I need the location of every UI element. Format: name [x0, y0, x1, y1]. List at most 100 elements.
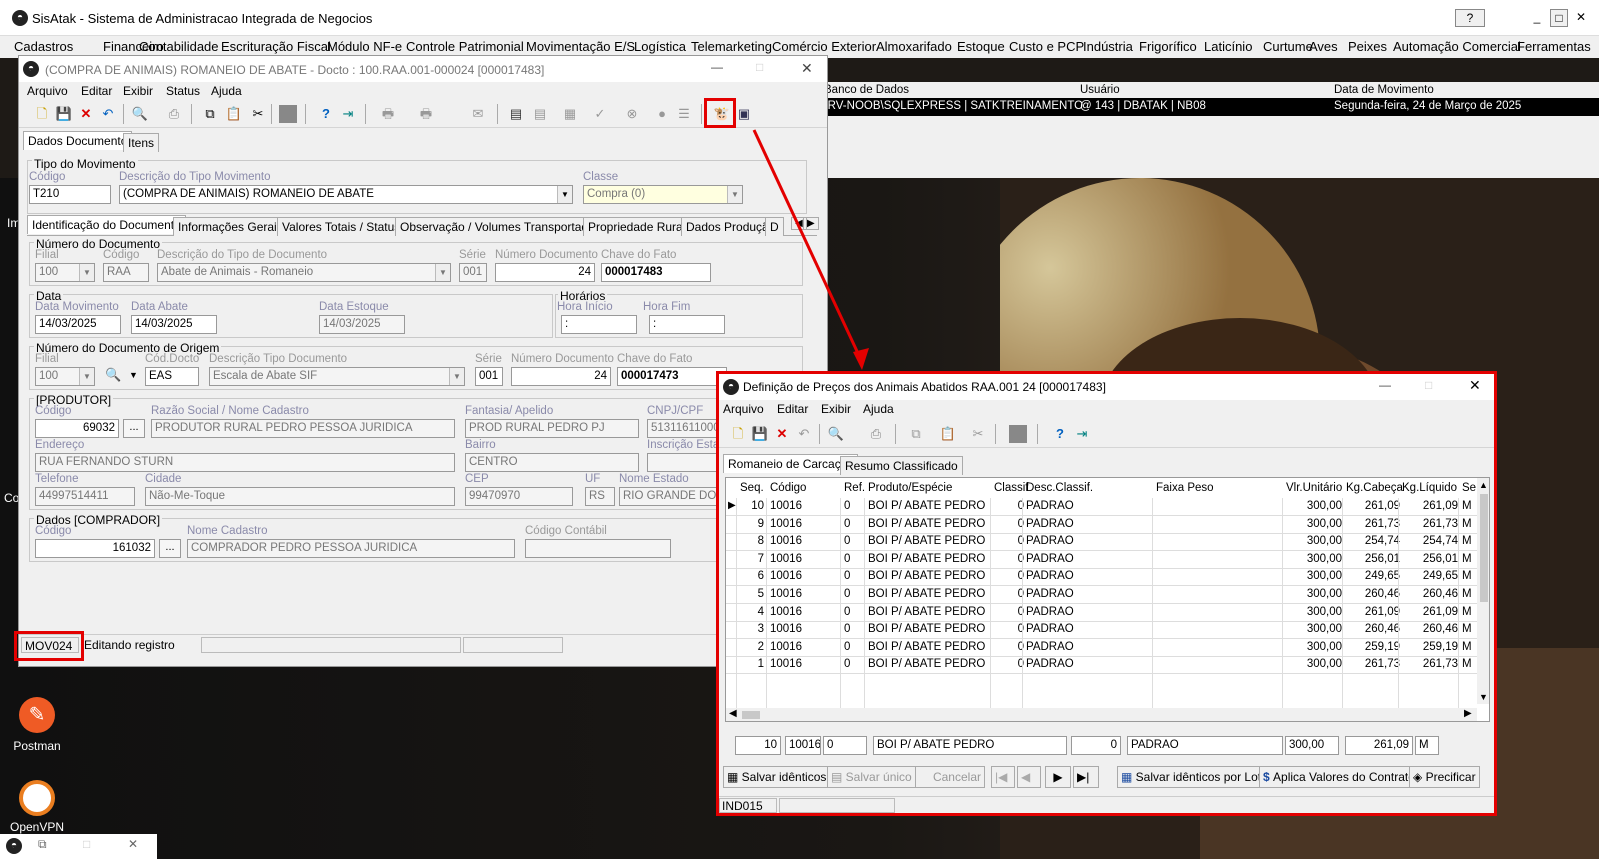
paste-icon[interactable]: 📋: [939, 425, 957, 443]
stop-icon[interactable]: [1009, 425, 1027, 443]
table-cell[interactable]: BOI P/ ABATE PEDRO: [868, 535, 985, 547]
table-cell[interactable]: 300,00: [1286, 588, 1342, 600]
menu-ajuda[interactable]: Ajuda: [863, 402, 894, 416]
table-cell[interactable]: BOI P/ ABATE PEDRO: [868, 623, 985, 635]
table-cell[interactable]: 256,01: [1402, 553, 1458, 565]
table-cell[interactable]: 300,00: [1286, 606, 1342, 618]
table-cell[interactable]: 0: [844, 641, 850, 653]
table-cell[interactable]: 0: [844, 535, 850, 547]
exit-icon[interactable]: ⇥: [1073, 425, 1091, 443]
table-cell[interactable]: 10016: [770, 500, 802, 512]
col-classif[interactable]: Classif: [994, 482, 1029, 494]
col-ref[interactable]: Ref.: [844, 482, 865, 494]
table-row[interactable]: 1 10016 0 BOI P/ ABATE PEDRO 0 PADRAO 300,00 26…: [726, 656, 1477, 675]
table-cell[interactable]: M: [1462, 588, 1472, 600]
col-se[interactable]: Se: [1462, 482, 1476, 494]
table-cell[interactable]: 0: [844, 500, 850, 512]
first-record-icon[interactable]: |◀: [991, 766, 1015, 788]
table-cell[interactable]: PADRAO: [1026, 518, 1074, 530]
col-produto[interactable]: Produto/Espécie: [868, 482, 952, 494]
precificar-button[interactable]: ◈ Precificar: [1409, 766, 1480, 788]
menu-exibir[interactable]: Exibir: [821, 402, 851, 416]
table-cell[interactable]: 260,46: [1346, 588, 1400, 600]
save-icon[interactable]: 💾: [751, 425, 769, 443]
table-cell[interactable]: 300,00: [1286, 658, 1342, 670]
salvar-lote-button[interactable]: ▦ Salvar idênticos por Lote: [1117, 766, 1272, 788]
table-row[interactable]: 3 10016 0 BOI P/ ABATE PEDRO 0 PADRAO 300,00 26…: [726, 621, 1477, 640]
table-cell[interactable]: 0: [994, 623, 1024, 635]
col-codigo[interactable]: Código: [770, 482, 806, 494]
close-icon[interactable]: ✕: [1469, 377, 1481, 394]
col-kg-cabeca[interactable]: Kg.Cabeça: [1346, 482, 1403, 494]
table-row[interactable]: ▶ 10 10016 0 BOI P/ ABATE PEDRO 0 PADRAO 300,00…: [726, 498, 1477, 516]
edit-kg-field[interactable]: 261,09: [1345, 736, 1413, 755]
table-cell[interactable]: 0: [844, 658, 850, 670]
table-cell[interactable]: 10016: [770, 518, 802, 530]
table-cell[interactable]: M: [1462, 553, 1472, 565]
table-row[interactable]: 8 10016 0 BOI P/ ABATE PEDRO 0 PADRAO 300,00 25…: [726, 533, 1477, 552]
table-cell[interactable]: 261,09: [1346, 500, 1400, 512]
table-cell[interactable]: PADRAO: [1026, 623, 1074, 635]
table-row[interactable]: 5 10016 0 BOI P/ ABATE PEDRO 0 PADRAO 300,00 26…: [726, 586, 1477, 604]
cut-icon[interactable]: ✂: [969, 425, 987, 443]
edit-codigo-field[interactable]: 10016: [785, 736, 821, 755]
print-preview-icon[interactable]: 🔍: [827, 425, 845, 443]
table-row[interactable]: 7 10016 0 BOI P/ ABATE PEDRO 0 PADRAO 300,00 25…: [726, 551, 1477, 569]
table-cell[interactable]: BOI P/ ABATE PEDRO: [868, 553, 985, 565]
table-row[interactable]: 9 10016 0 BOI P/ ABATE PEDRO 0 PADRAO 300,00 26…: [726, 516, 1477, 534]
table-cell[interactable]: 10: [740, 500, 764, 512]
table-cell[interactable]: 256,01: [1346, 553, 1400, 565]
table-cell[interactable]: 261,73: [1402, 518, 1458, 530]
table-cell[interactable]: 0: [994, 553, 1024, 565]
scrollbar-thumb[interactable]: [1480, 494, 1488, 602]
table-cell[interactable]: 300,00: [1286, 570, 1342, 582]
maximize-icon[interactable]: □: [1425, 378, 1432, 392]
table-cell[interactable]: BOI P/ ABATE PEDRO: [868, 518, 985, 530]
new-icon[interactable]: 🗋: [729, 425, 747, 443]
table-cell[interactable]: 7: [740, 553, 764, 565]
table-cell[interactable]: BOI P/ ABATE PEDRO: [868, 500, 985, 512]
table-cell[interactable]: PADRAO: [1026, 535, 1074, 547]
edit-seq-field[interactable]: 10: [735, 736, 781, 755]
table-cell[interactable]: BOI P/ ABATE PEDRO: [868, 606, 985, 618]
col-vlr-unitario[interactable]: Vlr.Unitário: [1286, 482, 1342, 494]
table-cell[interactable]: 2: [740, 641, 764, 653]
col-faixa-peso[interactable]: Faixa Peso: [1156, 482, 1214, 494]
table-cell[interactable]: 0: [844, 606, 850, 618]
tab-resumo-classificado[interactable]: Resumo Classificado: [840, 456, 963, 475]
horizontal-scrollbar[interactable]: ◀ ▶: [726, 708, 1477, 721]
col-kg-liquido[interactable]: Kg.Líquido: [1402, 482, 1457, 494]
table-cell[interactable]: M: [1462, 518, 1472, 530]
minimize-icon[interactable]: —: [1379, 378, 1391, 392]
table-cell[interactable]: 10016: [770, 535, 802, 547]
table-cell[interactable]: 10016: [770, 641, 802, 653]
copy-icon[interactable]: ⧉: [907, 425, 925, 443]
table-cell[interactable]: 6: [740, 570, 764, 582]
print-icon[interactable]: ⎙: [867, 425, 885, 443]
table-row[interactable]: 2 10016 0 BOI P/ ABATE PEDRO 0 PADRAO 300,00 25…: [726, 639, 1477, 657]
table-cell[interactable]: 300,00: [1286, 553, 1342, 565]
table-cell[interactable]: 260,46: [1402, 588, 1458, 600]
table-cell[interactable]: 0: [844, 623, 850, 635]
table-cell[interactable]: 249,65: [1346, 570, 1400, 582]
table-cell[interactable]: 261,73: [1346, 658, 1400, 670]
table-cell[interactable]: 300,00: [1286, 518, 1342, 530]
table-cell[interactable]: PADRAO: [1026, 641, 1074, 653]
table-cell[interactable]: 5: [740, 588, 764, 600]
help-icon[interactable]: ?: [1051, 425, 1069, 443]
table-cell[interactable]: 261,09: [1402, 606, 1458, 618]
table-cell[interactable]: 259,19: [1402, 641, 1458, 653]
table-cell[interactable]: PADRAO: [1026, 658, 1074, 670]
edit-se-field[interactable]: M: [1415, 736, 1439, 755]
table-cell[interactable]: 254,74: [1346, 535, 1400, 547]
edit-vlr-unitario-field[interactable]: 300,00: [1285, 736, 1339, 755]
table-cell[interactable]: 254,74: [1402, 535, 1458, 547]
table-cell[interactable]: M: [1462, 500, 1472, 512]
table-cell[interactable]: 300,00: [1286, 623, 1342, 635]
table-cell[interactable]: 10016: [770, 588, 802, 600]
table-cell[interactable]: PADRAO: [1026, 553, 1074, 565]
delete-icon[interactable]: ✕: [773, 425, 791, 443]
table-cell[interactable]: PADRAO: [1026, 606, 1074, 618]
table-cell[interactable]: BOI P/ ABATE PEDRO: [868, 641, 985, 653]
table-cell[interactable]: 10016: [770, 658, 802, 670]
